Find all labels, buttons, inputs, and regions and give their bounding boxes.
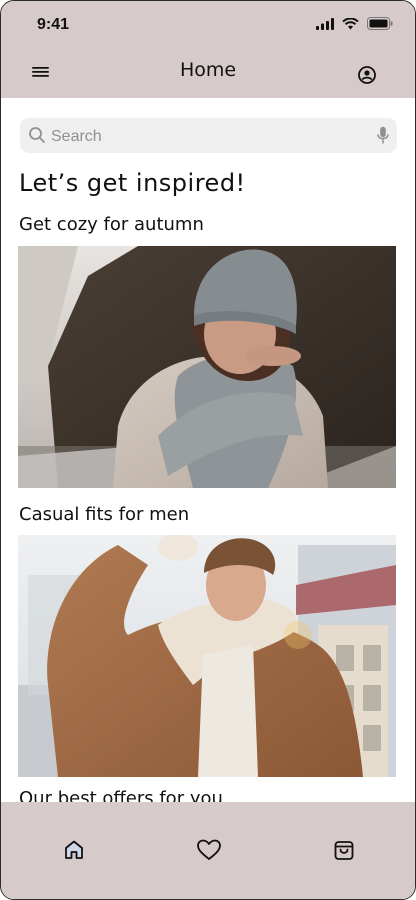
status-icons	[316, 17, 393, 30]
profile-button[interactable]	[357, 65, 377, 85]
nav-bag-button[interactable]	[332, 838, 358, 864]
page-title: Home	[179, 59, 237, 81]
search-icon	[29, 127, 45, 143]
status-time: 9:41	[37, 16, 70, 33]
battery-icon	[367, 17, 393, 30]
shopping-bag-icon	[334, 841, 354, 860]
mens-photo-illustration	[18, 535, 396, 777]
home-icon	[65, 840, 83, 859]
phone-screen: 9:41 Home Search Let’s get inspired! Get…	[0, 0, 416, 900]
account-circle-icon	[358, 66, 376, 84]
microphone-icon[interactable]	[377, 126, 389, 145]
mens-casual-image[interactable]	[18, 535, 396, 777]
signal-icon	[316, 17, 334, 30]
section-title-men: Casual fits for men	[19, 504, 190, 525]
search-input[interactable]	[49, 125, 373, 148]
nav-home-button[interactable]	[62, 838, 88, 864]
nav-favorites-button[interactable]	[196, 838, 222, 864]
top-bar: 9:41 Home	[1, 1, 415, 98]
section-title-autumn: Get cozy for autumn	[19, 214, 204, 235]
page-heading: Let’s get inspired!	[19, 169, 246, 197]
bottom-navigation	[1, 802, 415, 899]
search-bar[interactable]	[20, 118, 397, 153]
heart-icon	[197, 839, 221, 860]
wifi-icon	[342, 17, 359, 29]
autumn-outfit-image[interactable]	[18, 246, 396, 488]
autumn-photo-illustration	[18, 246, 396, 488]
